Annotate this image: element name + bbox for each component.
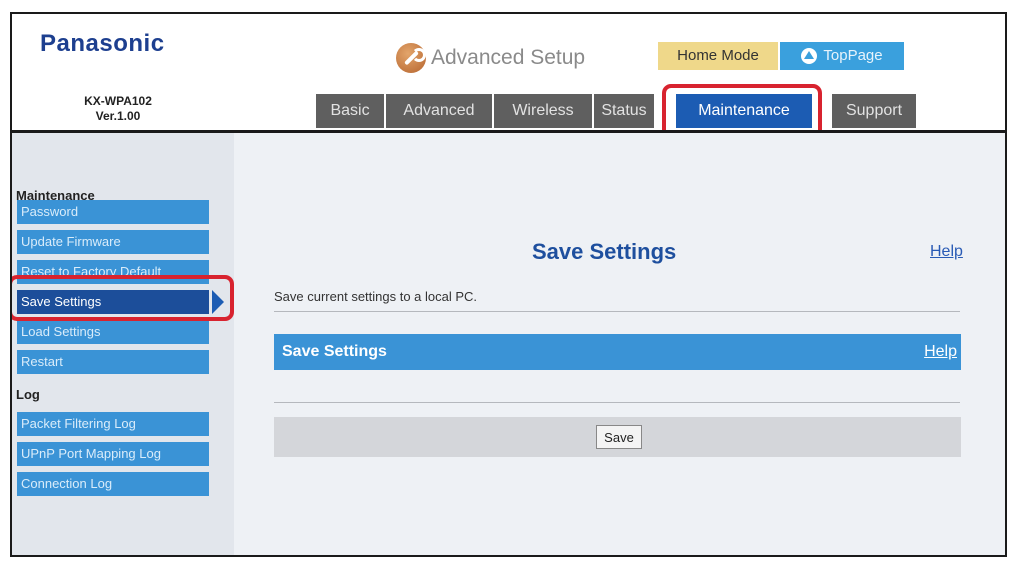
sidebar-item-connection-log[interactable]: Connection Log	[17, 472, 209, 496]
sidebar-item-update-firmware[interactable]: Update Firmware	[17, 230, 209, 254]
section-header: Save Settings Help	[274, 334, 961, 370]
save-button[interactable]: Save	[596, 425, 642, 449]
model-name: KX-WPA102	[84, 94, 152, 108]
tab-support[interactable]: Support	[830, 94, 916, 128]
sidebar-item-packet-filtering-log[interactable]: Packet Filtering Log	[17, 412, 209, 436]
divider	[274, 311, 960, 312]
model-info: KX-WPA102 Ver.1.00	[58, 94, 178, 124]
wrench-icon	[396, 43, 426, 73]
sidebar-section-log: Log	[16, 387, 40, 402]
sidebar-item-load-settings[interactable]: Load Settings	[17, 320, 209, 344]
up-arrow-icon	[801, 48, 818, 64]
tab-status[interactable]: Status	[592, 94, 654, 128]
toppage-button[interactable]: TopPage	[780, 42, 904, 70]
divider	[274, 402, 960, 403]
sidebar-highlight-callout	[12, 275, 234, 321]
page-description: Save current settings to a local PC.	[274, 289, 478, 304]
window-frame: Panasonic KX-WPA102 Ver.1.00 Advanced Se…	[10, 12, 1007, 557]
header: Panasonic KX-WPA102 Ver.1.00 Advanced Se…	[12, 14, 1005, 140]
app-title: Advanced Setup	[431, 46, 586, 69]
sidebar-item-password[interactable]: Password	[17, 200, 209, 224]
tab-advanced[interactable]: Advanced	[384, 94, 492, 128]
section-help-link[interactable]: Help	[924, 343, 957, 361]
sidebar-item-restart[interactable]: Restart	[17, 350, 209, 374]
page-title: Save Settings	[532, 239, 677, 264]
action-bar: Save	[274, 417, 961, 457]
tab-wireless[interactable]: Wireless	[492, 94, 592, 128]
sidebar: Maintenance Password Update Firmware Res…	[12, 133, 234, 555]
app-title-area: Advanced Setup	[396, 42, 585, 74]
main-content: Save Settings Help Save current settings…	[234, 133, 1005, 555]
toppage-label: TopPage	[823, 47, 883, 64]
section-title: Save Settings	[282, 343, 387, 360]
tab-basic[interactable]: Basic	[314, 94, 384, 128]
home-mode-button[interactable]: Home Mode	[658, 42, 778, 70]
firmware-version: Ver.1.00	[95, 109, 141, 123]
sidebar-item-upnp-port-mapping-log[interactable]: UPnP Port Mapping Log	[17, 442, 209, 466]
help-link[interactable]: Help	[930, 243, 963, 261]
brand-logo: Panasonic	[40, 30, 165, 57]
